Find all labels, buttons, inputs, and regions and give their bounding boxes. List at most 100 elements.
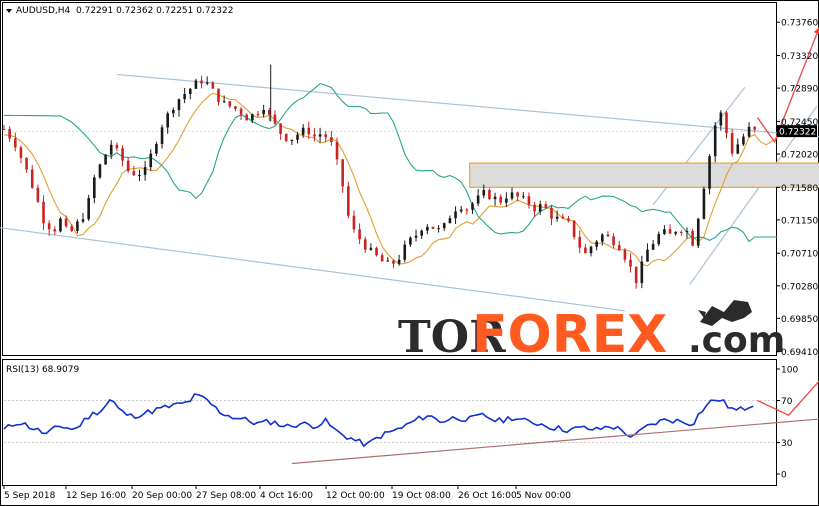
candle-body (680, 231, 683, 233)
candle-body (301, 127, 305, 135)
candle-body (126, 160, 130, 172)
price-tick-label: 0.69850 (781, 315, 818, 325)
candle-body (527, 196, 531, 205)
time-tick-label: 12 Sep 16:00 (66, 491, 126, 501)
candle-body (183, 93, 186, 100)
time-tick-label: 26 Oct 16:00 (458, 491, 517, 501)
rsi-header: RSI(13) 68.9079 (6, 365, 79, 375)
candle-body (482, 190, 486, 196)
candle-body (538, 204, 542, 212)
price-tick-label: 0.72020 (781, 151, 818, 161)
candle-body (476, 195, 480, 204)
candle-body (623, 250, 627, 260)
candle-body (36, 187, 40, 202)
candle-body (742, 136, 745, 145)
candle-body (426, 226, 429, 231)
candle-body (200, 80, 203, 84)
candle-body (47, 223, 51, 230)
candle-body (64, 218, 68, 227)
candle-body (115, 144, 119, 149)
candle-body (59, 218, 62, 232)
candle-body (13, 138, 17, 148)
price-tick-label: 0.70710 (781, 250, 818, 260)
candle-body (273, 114, 277, 124)
time-tick-label: 20 Sep 00:00 (132, 491, 192, 501)
candle-body (2, 129, 6, 130)
time-tick-label: 27 Sep 08:00 (196, 491, 256, 501)
candle-body (674, 231, 677, 234)
candle-body (584, 247, 587, 254)
candle-body (685, 231, 689, 233)
candle-body (459, 209, 463, 212)
candle-body (194, 80, 198, 89)
candle-body (696, 218, 700, 246)
candle-body (691, 231, 694, 246)
time-tick-label: 19 Oct 08:00 (392, 491, 451, 501)
candle-body (397, 259, 401, 264)
candle-body (375, 247, 378, 256)
candle-body (634, 266, 638, 284)
candle-body (629, 259, 632, 267)
candle-body (30, 169, 34, 188)
candle-body (335, 141, 339, 160)
candle-body (19, 147, 23, 158)
candle-body (155, 143, 158, 154)
candle-body (606, 234, 610, 237)
rsi-tick-label: 70 (781, 397, 793, 407)
candle-body (279, 123, 282, 134)
candle-body (510, 192, 514, 199)
candle-body (612, 236, 615, 246)
candle-body (561, 216, 565, 219)
rsi-tick-label: 0 (781, 471, 787, 481)
candle-body (708, 156, 711, 189)
candle-body (713, 125, 717, 157)
candle-body (403, 244, 407, 260)
candle-body (380, 255, 384, 262)
candle-body (578, 237, 582, 248)
price-tick-label: 0.73320 (781, 52, 818, 62)
candle-body (160, 127, 164, 144)
candle-body (330, 137, 333, 142)
candle-body (499, 196, 503, 203)
candle-body (651, 244, 655, 250)
candle-body (211, 82, 215, 89)
candle-body (149, 153, 153, 168)
candle-body (589, 246, 593, 254)
candle-body (132, 171, 136, 176)
candle-body (217, 88, 220, 102)
candle-body (234, 106, 237, 109)
candle-body (8, 129, 11, 139)
candle-body (663, 229, 666, 235)
candle-body (98, 164, 102, 178)
candle-body (488, 190, 491, 200)
time-tick-label: 5 Nov 00:00 (516, 491, 571, 501)
candle-body (267, 109, 271, 115)
candle-body (572, 220, 576, 238)
candle-body (454, 211, 457, 219)
rsi-tick-label: 30 (781, 439, 793, 449)
time-tick-label: 12 Oct 00:00 (326, 491, 385, 501)
rsi-pane (2, 359, 777, 486)
candle-body (442, 223, 446, 229)
candle-body (104, 154, 107, 165)
candle-body (386, 260, 390, 262)
watermark-com: .com (688, 320, 785, 361)
candle-body (437, 228, 440, 230)
candle-body (601, 234, 604, 242)
candle-body (172, 110, 175, 114)
candle-body (617, 245, 621, 251)
candle-body (222, 101, 226, 103)
candle-body (747, 126, 751, 137)
time-tick-label: 5 Sep 2018 (4, 491, 56, 501)
candle-body (347, 186, 350, 216)
candle-body (521, 196, 525, 198)
candle-body (188, 88, 192, 94)
candle-body (177, 99, 181, 111)
price-tick-label: 0.71580 (781, 184, 818, 194)
price-tick-label: 0.72890 (781, 85, 818, 95)
candle-body (25, 157, 28, 170)
last-price-label: 0.72322 (779, 128, 816, 138)
candle-body (313, 134, 316, 137)
price-tick-label: 0.71150 (781, 216, 818, 226)
price-tick-label: 0.70280 (781, 282, 818, 292)
